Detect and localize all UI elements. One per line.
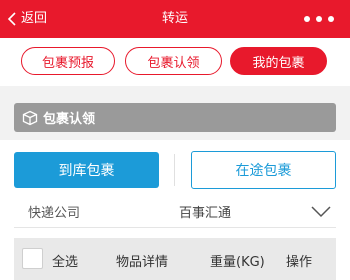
page-title: 转运 — [161, 11, 188, 26]
back-label: 返回 — [21, 11, 48, 26]
transfer-page: 返回 转运 包裹预报 包裹认领 我的包裹 包裹认领 到库包裹 在途包裹 快递公司… — [0, 0, 350, 280]
courier-label: 快递公司 — [28, 206, 81, 221]
courier-value: 百事汇通 — [179, 206, 232, 221]
button-label: 到库包裹 — [58, 163, 115, 179]
select-all-checkbox[interactable] — [22, 248, 43, 269]
section-title: 包裹认领 — [43, 112, 96, 127]
courier-select[interactable]: 快递公司 百事汇通 — [0, 194, 350, 228]
section-heading: 包裹认领 — [14, 103, 336, 132]
tab-label: 我的包裹 — [252, 55, 305, 71]
back-button[interactable]: 返回 — [7, 9, 47, 29]
tab-bar: 包裹预报 包裹认领 我的包裹 — [0, 38, 350, 86]
top-header: 返回 转运 — [0, 0, 350, 38]
tab-package-forecast[interactable]: 包裹预报 — [21, 47, 115, 75]
claim-panel: 到库包裹 在途包裹 快递公司 百事汇通 全选 物品详情 重量(KG) 操作 — [0, 140, 350, 280]
column-weight: 重量(KG) — [210, 255, 265, 270]
tab-label: 包裹认领 — [147, 55, 200, 71]
chevron-left-icon — [7, 12, 16, 26]
divider — [174, 154, 175, 186]
package-box-icon — [22, 110, 38, 125]
table-header: 全选 物品详情 重量(KG) 操作 — [14, 238, 336, 280]
chevron-down-icon[interactable] — [311, 206, 331, 218]
select-all-label: 全选 — [52, 255, 79, 270]
column-item-details: 物品详情 — [116, 255, 169, 270]
tab-my-packages[interactable]: 我的包裹 — [230, 47, 327, 75]
tab-label: 包裹预报 — [41, 55, 94, 71]
in-transit-packages-button[interactable]: 在途包裹 — [191, 151, 336, 189]
divider — [14, 227, 336, 228]
button-label: 在途包裹 — [235, 163, 292, 179]
tab-package-claim[interactable]: 包裹认领 — [125, 47, 222, 75]
more-options-icon[interactable] — [304, 11, 334, 27]
arrived-packages-button[interactable]: 到库包裹 — [14, 152, 159, 188]
column-actions: 操作 — [286, 255, 313, 270]
